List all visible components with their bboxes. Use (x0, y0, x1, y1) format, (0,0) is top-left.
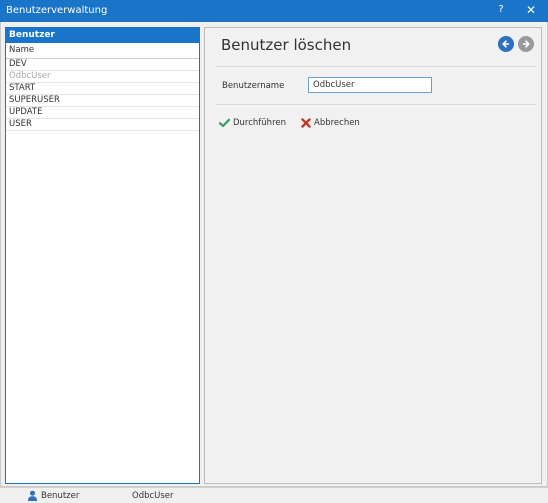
page-title: Benutzer löschen (221, 36, 352, 54)
arrow-right-circle-icon (522, 40, 530, 48)
user-list: Name DEV OdbcUser START SUPERUSER UPDATE… (6, 43, 199, 131)
arrow-left-circle-icon (502, 40, 510, 48)
user-icon (28, 490, 37, 501)
back-button[interactable] (498, 36, 514, 52)
username-field[interactable] (308, 77, 432, 93)
list-item-start[interactable]: START (6, 83, 199, 95)
cancel-button[interactable]: Abbrechen (301, 118, 360, 128)
column-header-name[interactable]: Name (6, 43, 199, 59)
user-list-header: Benutzer (6, 28, 199, 43)
status-section: Benutzer (27, 490, 79, 501)
checkmark-icon (219, 118, 230, 128)
form-separator (216, 104, 536, 105)
cross-icon (301, 118, 311, 128)
status-bar: Benutzer OdbcUser (0, 487, 548, 503)
execute-button[interactable]: Durchführen (219, 118, 286, 128)
username-label: Benutzername (222, 81, 285, 91)
list-item-user[interactable]: USER (6, 119, 199, 131)
delete-user-panel: Benutzer löschen Benutzername Durchführe… (204, 27, 542, 484)
execute-label: Durchführen (233, 118, 286, 128)
list-item-dev[interactable]: DEV (6, 59, 199, 71)
list-item-odbcuser[interactable]: OdbcUser (6, 71, 199, 83)
title-separator (216, 66, 536, 67)
list-item-update[interactable]: UPDATE (6, 107, 199, 119)
help-button[interactable]: ? (494, 4, 508, 18)
forward-button[interactable] (518, 36, 534, 52)
cancel-label: Abbrechen (314, 118, 360, 128)
close-button[interactable]: ✕ (524, 3, 538, 17)
status-current-user: OdbcUser (132, 491, 174, 501)
list-item-superuser[interactable]: SUPERUSER (6, 95, 199, 107)
status-section-label: Benutzer (41, 490, 80, 501)
user-list-panel: Benutzer Name DEV OdbcUser START SUPERUS… (5, 27, 200, 484)
title-bar: Benutzerverwaltung ? ✕ (0, 0, 548, 22)
window-title: Benutzerverwaltung (6, 5, 108, 16)
